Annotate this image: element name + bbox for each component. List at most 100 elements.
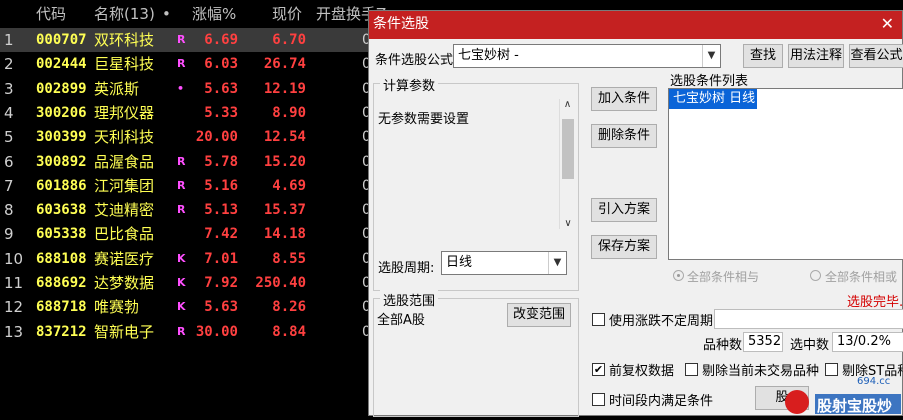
scroll-up-icon[interactable]: ∧ [560, 99, 575, 110]
table-row[interactable]: 2 002444 巨星科技 R 6.03 26.74 0 [0, 52, 371, 76]
restore-label: 前复权数据 [609, 364, 675, 379]
current-price: 15.37 [263, 202, 306, 219]
radio-or[interactable] [810, 270, 821, 281]
exclude-st-checkbox[interactable] [825, 363, 838, 376]
stock-code: 688718 [36, 299, 87, 316]
chevron-down-icon[interactable]: ▼ [548, 252, 566, 274]
restore-checkbox[interactable]: ✔ [592, 363, 605, 376]
current-price: 14.18 [263, 226, 306, 243]
table-row[interactable]: 7 601886 江河集团 R 5.16 4.69 0 [0, 174, 371, 198]
condition-item[interactable]: 七宝妙树 日线 [669, 89, 757, 109]
stock-code: 688108 [36, 250, 87, 267]
table-row[interactable]: 12 688718 唯赛勃 K 5.63 8.26 0 [0, 295, 371, 319]
uncertain-period-checkbox[interactable] [592, 313, 605, 326]
header-code[interactable]: 代码 [36, 0, 66, 28]
count-value: 5352 [743, 332, 783, 352]
formula-select[interactable]: 七宝妙树 - ▼ [453, 44, 721, 68]
stock-flag: R [177, 154, 186, 168]
stock-code: 601886 [36, 177, 87, 194]
current-price: 12.19 [263, 80, 306, 97]
stock-flag: R [177, 324, 186, 338]
stock-name: 理邦仪器 [94, 103, 155, 122]
condition-listbox[interactable]: 七宝妙树 日线 [668, 88, 903, 260]
change-pct: 7.92 [204, 275, 238, 291]
stock-code: 002444 [36, 56, 87, 73]
params-title: 计算参数 [380, 75, 439, 94]
change-pct: 5.63 [204, 80, 238, 97]
header-price[interactable]: 现价 [272, 0, 302, 28]
stock-flag: K [177, 300, 186, 314]
row-index: 5 [4, 128, 14, 147]
table-row[interactable]: 1 000707 双环科技 R 6.69 6.70 0 [0, 28, 371, 52]
stock-name: 达梦数据 [94, 274, 155, 292]
save-scheme-button[interactable]: 保存方案 [591, 235, 657, 259]
stock-name: 江河集团 [94, 176, 155, 195]
stock-code: 688692 [36, 275, 87, 291]
current-price: 26.74 [263, 56, 306, 73]
table-row[interactable]: 5 300399 天利科技 20.00 12.54 0 [0, 125, 371, 149]
delete-condition-button[interactable]: 删除条件 [591, 124, 657, 148]
stock-code: 300399 [36, 129, 87, 146]
find-button[interactable]: 查找 [743, 44, 783, 68]
view-formula-button[interactable]: 查看公式 [849, 44, 903, 68]
header-pct[interactable]: 涨幅% [192, 0, 236, 28]
change-pct: 5.63 [204, 299, 238, 316]
scroll-thumb[interactable] [562, 119, 574, 179]
close-icon[interactable]: ✕ [881, 11, 894, 37]
change-pct: 5.33 [204, 104, 238, 121]
change-pct: 20.00 [195, 129, 238, 146]
change-scope-button[interactable]: 改变范围 [507, 303, 571, 327]
dialog-titlebar[interactable]: 条件选股 ✕ [369, 11, 902, 39]
stock-flag: K [177, 276, 186, 289]
row-index: 3 [4, 79, 14, 98]
table-row[interactable]: 6 300892 品渥食品 R 5.78 15.20 0 [0, 150, 371, 174]
header-dot: • [162, 5, 171, 23]
row-index: 1 [4, 31, 14, 49]
usage-notes-button[interactable]: 用法注释 [788, 44, 844, 68]
table-row[interactable]: 8 603638 艾迪精密 R 5.13 15.37 0 [0, 198, 371, 222]
watermark-sub: 694.cc [857, 376, 891, 387]
row-index: 9 [4, 225, 14, 244]
table-row[interactable]: 11 688692 达梦数据 K 7.92 250.40 0 [0, 271, 371, 295]
stock-code: 002899 [36, 80, 87, 97]
row-index: 7 [4, 176, 14, 195]
table-row[interactable]: 3 002899 英派斯 • 5.63 12.19 0 [0, 77, 371, 101]
formula-value: 七宝妙树 - [458, 48, 519, 63]
row-index: 6 [4, 152, 14, 171]
row-index: 10 [4, 249, 24, 268]
period-condition-checkbox[interactable] [592, 393, 605, 406]
stock-flag: R [177, 178, 186, 192]
chevron-down-icon[interactable]: ▼ [702, 45, 720, 67]
add-condition-button[interactable]: 加入条件 [591, 87, 657, 111]
change-pct: 5.16 [204, 177, 238, 194]
table-row[interactable]: 9 605338 巴比食品 7.42 14.18 0 [0, 222, 371, 246]
stock-name: 艾迪精密 [94, 201, 155, 220]
period-value: 日线 [446, 255, 473, 270]
change-pct: 7.01 [204, 250, 238, 267]
count-label: 品种数 [703, 338, 743, 353]
change-pct: 6.69 [204, 32, 238, 48]
period-select[interactable]: 日线 ▼ [441, 251, 567, 275]
uncertain-period-field[interactable] [714, 309, 903, 329]
table-row[interactable]: 13 837212 智新电子 R 30.00 8.84 0 [0, 320, 371, 344]
condition-stock-dialog: 条件选股 ✕ 条件选股公式 七宝妙树 - ▼ 查找 用法注释 查看公式 计算参数… [368, 10, 903, 417]
stock-name: 天利科技 [94, 128, 155, 147]
stock-name: 巨星科技 [94, 55, 155, 74]
radio-and[interactable] [673, 270, 684, 281]
stock-flag: K [177, 251, 186, 265]
change-pct: 30.00 [195, 323, 238, 340]
header-name[interactable]: 名称(13) [94, 0, 155, 28]
params-scrollbar[interactable]: ∧ ∨ [559, 99, 575, 229]
stock-name: 巴比食品 [94, 225, 155, 244]
exclude-untraded-checkbox[interactable] [685, 363, 698, 376]
row-index: 13 [4, 322, 24, 341]
selected-value: 13/0.2% [832, 332, 903, 352]
stock-flag: • [177, 81, 185, 95]
table-row[interactable]: 4 300206 理邦仪器 5.33 8.90 0 [0, 101, 371, 125]
scroll-down-icon[interactable]: ∨ [560, 218, 576, 229]
row-index: 8 [4, 201, 14, 220]
current-price: 8.84 [272, 323, 306, 340]
import-scheme-button[interactable]: 引入方案 [591, 198, 657, 222]
table-row[interactable]: 10 688108 赛诺医疗 K 7.01 8.55 0 [0, 247, 371, 271]
row-index: 12 [4, 298, 24, 317]
